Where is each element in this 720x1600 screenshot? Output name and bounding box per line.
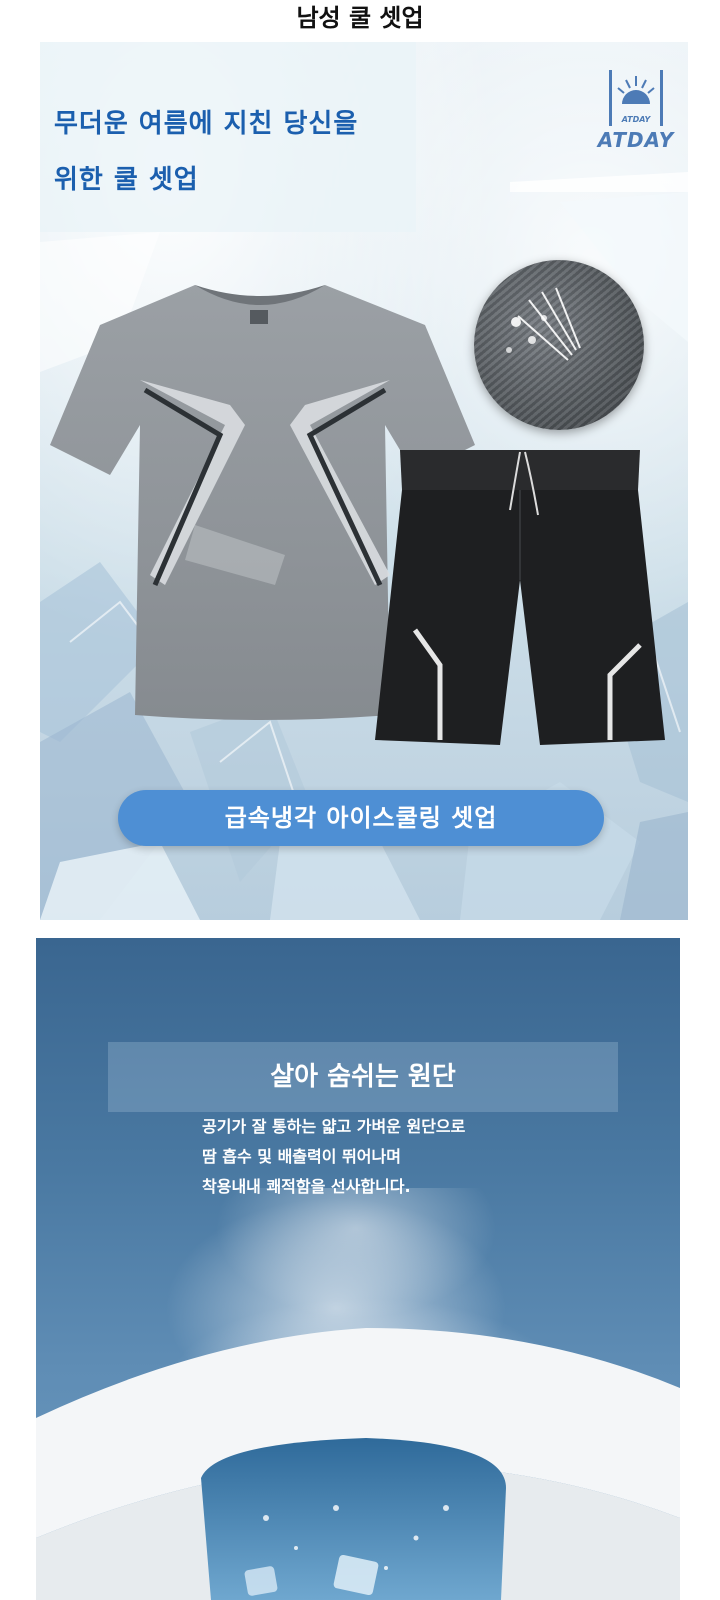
fabric-breathing-image: [36, 1188, 680, 1600]
feature-banner: 살아 숨쉬는 원단 공기가 잘 통하는 얇고 가벼운 원단으로 땀 흡수 및 배…: [36, 938, 680, 1600]
logo-text: ATDAY: [597, 128, 675, 152]
feature-title-box: 살아 숨쉬는 원단: [108, 1042, 618, 1112]
brand-logo: ATDAY ATDAY: [576, 70, 688, 165]
page-title: 남성 쿨 셋업: [296, 4, 424, 32]
description-line-2: 땀 흡수 및 배출력이 뛰어나며: [202, 1147, 401, 1166]
headline: 무더운 여름에 지친 당신을 위한 쿨 셋업: [54, 96, 358, 208]
headline-line-2: 위한 쿨 셋업: [54, 165, 199, 195]
feature-title: 살아 숨쉬는 원단: [270, 1062, 456, 1092]
fabric-closeup-icon: [474, 260, 644, 430]
description-line-1: 공기가 잘 통하는 얇고 가벼운 원단으로: [202, 1117, 466, 1136]
sunrise-frame-icon: ATDAY: [609, 70, 663, 126]
logo-small-text: ATDAY: [621, 115, 651, 124]
headline-line-1: 무더운 여름에 지친 당신을: [54, 109, 359, 139]
shorts-image: [375, 450, 665, 745]
cta-pill: 급속냉각 아이스쿨링 셋업: [118, 790, 604, 846]
hero-banner: 무더운 여름에 지친 당신을 위한 쿨 셋업 ATDAY ATDAY 급속냉각 …: [40, 42, 688, 920]
